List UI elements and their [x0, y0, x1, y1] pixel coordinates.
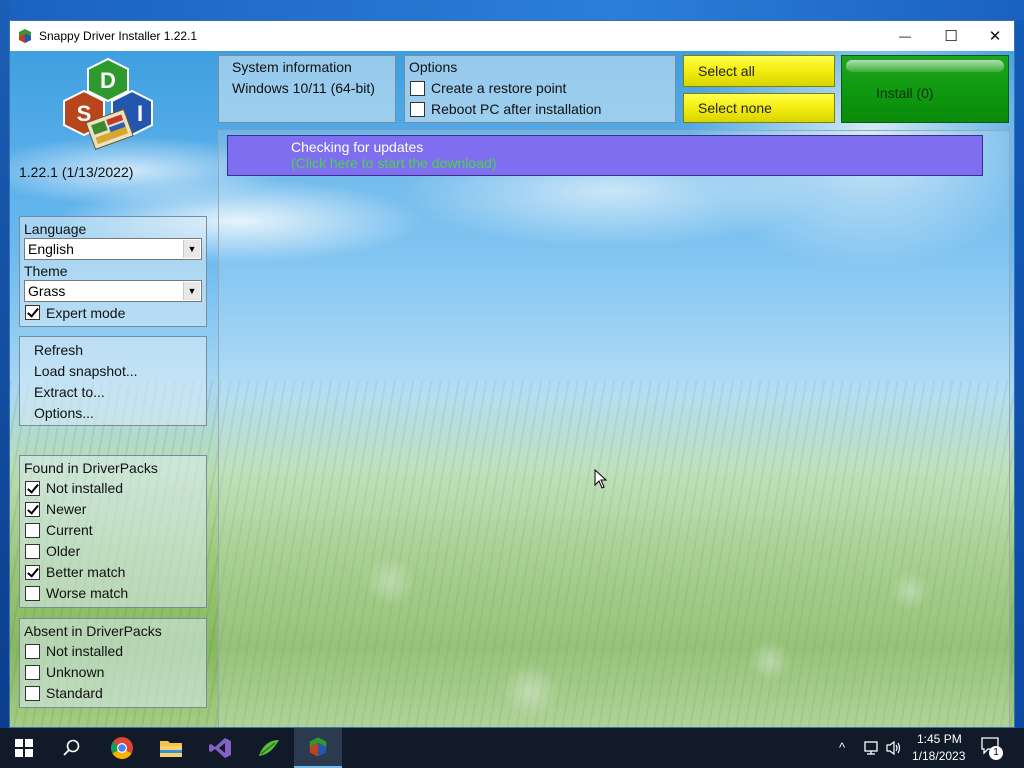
options-header: Options	[409, 59, 458, 75]
logo-letter-i: I	[137, 101, 143, 126]
chevron-down-icon[interactable]: ▼	[183, 282, 200, 300]
window-title: Snappy Driver Installer 1.22.1	[39, 29, 198, 43]
select-all-button[interactable]: Select all	[683, 55, 835, 87]
taskbar-snappy-driver-grass[interactable]	[245, 728, 293, 768]
desktop-background-top	[0, 0, 1024, 20]
filter-worse-match-checkbox[interactable]	[25, 586, 40, 601]
settings-panel: Language English ▼ Theme Grass ▼ Expert …	[19, 216, 207, 327]
grass-leaf-icon	[259, 740, 279, 756]
chevron-down-icon[interactable]: ▼	[183, 240, 200, 258]
update-download-link[interactable]: (Click here to start the download)	[291, 155, 496, 171]
language-label: Language	[24, 221, 87, 237]
absent-in-driverpacks-panel: Absent in DriverPacks Not installed Unkn…	[19, 618, 207, 708]
sdi-app-icon	[309, 737, 327, 757]
filter-older-checkbox[interactable]	[25, 544, 40, 559]
network-icon[interactable]	[862, 740, 880, 756]
tray-chevron-icon[interactable]: ^	[839, 740, 845, 755]
start-button[interactable]	[0, 728, 48, 768]
menu-load-snapshot[interactable]: Load snapshot...	[34, 363, 138, 379]
maximize-icon: ☐	[944, 28, 958, 45]
folder-icon	[160, 741, 182, 757]
select-none-label: Select none	[698, 100, 772, 116]
system-info-header: System information	[232, 59, 352, 75]
found-header: Found in DriverPacks	[24, 460, 158, 476]
update-title: Checking for updates	[291, 139, 424, 155]
app-icon	[19, 29, 31, 43]
filter-unknown-checkbox[interactable]	[25, 665, 40, 680]
theme-select[interactable]: Grass ▼	[24, 280, 202, 302]
notification-center-button[interactable]: 1	[980, 736, 1006, 760]
taskbar-search-button[interactable]	[48, 728, 96, 768]
filter-current-label[interactable]: Current	[46, 522, 93, 538]
theme-value: Grass	[28, 283, 66, 299]
system-information-panel[interactable]: System information Windows 10/11 (64-bit…	[218, 55, 396, 123]
app-window: Snappy Driver Installer 1.22.1 — ☐ ✕ D S…	[9, 20, 1015, 728]
os-version-text: Windows 10/11 (64-bit)	[232, 80, 375, 96]
menu-refresh[interactable]: Refresh	[34, 342, 83, 358]
filter-newer-label[interactable]: Newer	[46, 501, 86, 517]
minimize-icon: —	[899, 29, 911, 43]
language-value: English	[28, 241, 74, 257]
taskbar-visual-studio[interactable]	[196, 728, 244, 768]
filter-absent-not-installed-label[interactable]: Not installed	[46, 643, 123, 659]
mouse-cursor-icon	[594, 469, 608, 489]
version-label: 1.22.1 (1/13/2022)	[19, 164, 134, 180]
expert-mode-checkbox[interactable]	[25, 305, 40, 320]
taskbar: ^ 1:45 PM 1/18/2023 1	[0, 728, 1024, 768]
install-button-gloss	[846, 60, 1004, 72]
close-button[interactable]: ✕	[972, 21, 1014, 51]
filter-better-match-checkbox[interactable]	[25, 565, 40, 580]
filter-found-not-installed-label[interactable]: Not installed	[46, 480, 123, 496]
taskbar-snappy-driver-installer[interactable]	[294, 728, 342, 768]
search-icon	[63, 739, 80, 756]
filter-standard-checkbox[interactable]	[25, 686, 40, 701]
visual-studio-icon	[209, 738, 231, 758]
driver-list-area[interactable]	[218, 130, 1010, 727]
taskbar-file-explorer[interactable]	[147, 728, 195, 768]
reboot-checkbox[interactable]	[410, 102, 425, 117]
expert-mode-label[interactable]: Expert mode	[46, 305, 125, 321]
clock-time[interactable]: 1:45 PM	[917, 732, 962, 746]
options-panel: Options Create a restore point Reboot PC…	[404, 55, 676, 123]
filter-better-match-label[interactable]: Better match	[46, 564, 125, 580]
install-button[interactable]: Install (0)	[841, 55, 1009, 123]
minimize-button[interactable]: —	[882, 21, 928, 51]
found-in-driverpacks-panel: Found in DriverPacks Not installed Newer…	[19, 455, 207, 608]
actions-menu-panel: Refresh Load snapshot... Extract to... O…	[19, 336, 207, 426]
language-select[interactable]: English ▼	[24, 238, 202, 260]
chrome-icon	[111, 737, 133, 759]
filter-found-not-installed-checkbox[interactable]	[25, 481, 40, 496]
maximize-button[interactable]: ☐	[928, 21, 974, 51]
select-none-button[interactable]: Select none	[683, 93, 835, 123]
filter-standard-label[interactable]: Standard	[46, 685, 103, 701]
restore-point-checkbox[interactable]	[410, 81, 425, 96]
logo-letter-s: S	[77, 101, 92, 126]
absent-header: Absent in DriverPacks	[24, 623, 162, 639]
reboot-label[interactable]: Reboot PC after installation	[431, 101, 601, 117]
select-all-label: Select all	[698, 63, 755, 79]
restore-point-label[interactable]: Create a restore point	[431, 80, 566, 96]
menu-extract-to[interactable]: Extract to...	[34, 384, 105, 400]
sdi-logo-icon: D S I	[63, 57, 153, 150]
volume-icon[interactable]	[885, 740, 903, 756]
filter-newer-checkbox[interactable]	[25, 502, 40, 517]
filter-current-checkbox[interactable]	[25, 523, 40, 538]
install-label: Install (0)	[876, 85, 934, 101]
taskbar-chrome[interactable]	[98, 728, 146, 768]
menu-options[interactable]: Options...	[34, 405, 94, 421]
windows-logo-icon	[15, 739, 33, 757]
client-area: D S I 1.22.1 (1/13/2022) Language Englis…	[10, 51, 1014, 727]
close-icon: ✕	[988, 28, 1002, 45]
clock-date[interactable]: 1/18/2023	[912, 749, 965, 763]
theme-label: Theme	[24, 263, 68, 279]
title-bar[interactable]: Snappy Driver Installer 1.22.1 — ☐ ✕	[10, 21, 1014, 51]
filter-worse-match-label[interactable]: Worse match	[46, 585, 128, 601]
update-banner[interactable]: Checking for updates (Click here to star…	[227, 135, 983, 176]
filter-unknown-label[interactable]: Unknown	[46, 664, 104, 680]
filter-older-label[interactable]: Older	[46, 543, 80, 559]
notification-count-badge: 1	[989, 746, 1003, 760]
filter-absent-not-installed-checkbox[interactable]	[25, 644, 40, 659]
logo-letter-d: D	[100, 68, 116, 93]
